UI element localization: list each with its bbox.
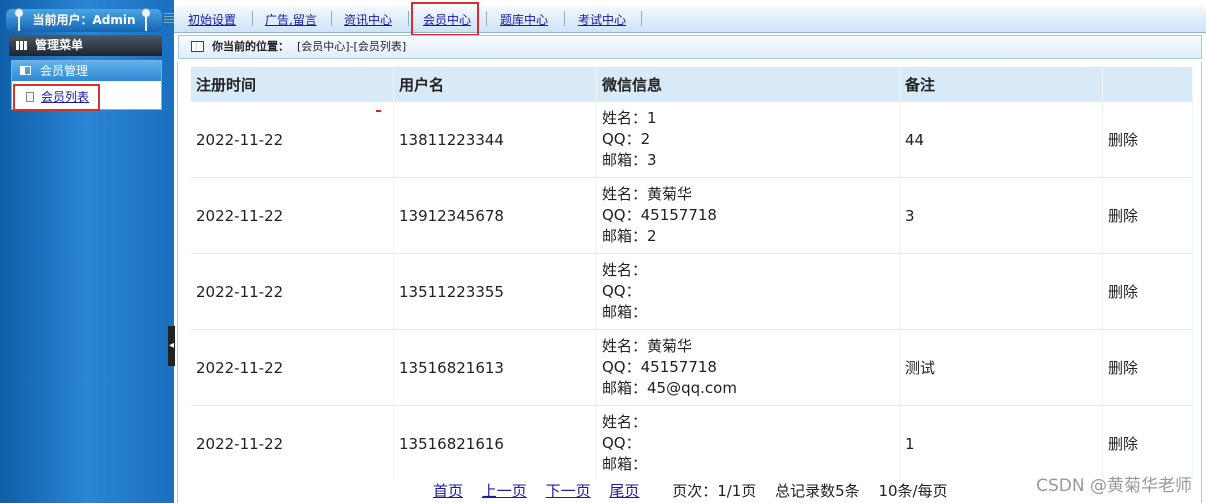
cell-wechat-info: 姓名：黄菊华 QQ：45157718 邮箱：2 (596, 177, 900, 254)
cell-username: 13511223355 (393, 253, 597, 330)
nav-initial-settings[interactable]: 初始设置 (188, 11, 236, 28)
cell-wechat-info: 姓名： QQ： 邮箱： (596, 405, 900, 481)
content-area: 注册时间 用户名 微信信息 备注 2022-11-22 13811223344 … (177, 62, 1202, 503)
column-header-username: 用户名 (393, 67, 597, 102)
nav-member-center[interactable]: 会员中心 (423, 11, 471, 28)
breadcrumb-path: [会员中心]-[会员列表] (297, 40, 407, 53)
pager-page-info: 页次：1/1页 (672, 482, 757, 500)
nav-news-center[interactable]: 资讯中心 (344, 11, 392, 28)
cell-note (899, 253, 1103, 330)
info-email: 邮箱：2 (602, 227, 657, 245)
panel-icon (20, 66, 31, 75)
nav-separator (331, 11, 332, 26)
column-header-note: 备注 (899, 67, 1103, 102)
delete-link[interactable]: 删除 (1102, 101, 1193, 178)
breadcrumb: 你当前的位置： [会员中心]-[会员列表] (178, 35, 1202, 59)
cell-date: 2022-11-22 (191, 177, 394, 254)
cell-wechat-info: 姓名： QQ： 邮箱： (596, 253, 900, 330)
nav-separator (564, 11, 565, 26)
info-email: 邮箱： (602, 455, 648, 473)
info-qq: QQ：2 (602, 130, 651, 148)
info-name: 姓名：1 (602, 109, 657, 127)
cell-date: 2022-11-22 (191, 405, 394, 481)
delete-link[interactable]: 删除 (1102, 329, 1193, 406)
table-row: 2022-11-22 13511223355 姓名： QQ： 邮箱： 删除 (191, 253, 1193, 330)
grid-icon (16, 41, 28, 50)
window-icon (191, 41, 204, 52)
cell-wechat-info: 姓名：1 QQ：2 邮箱：3 (596, 101, 900, 178)
info-email: 邮箱： (602, 303, 648, 321)
info-qq: QQ：45157718 (602, 206, 717, 224)
collapse-sidebar-handle[interactable]: ◂ (168, 326, 175, 366)
nav-lines-icon (164, 13, 174, 25)
nav-separator (408, 11, 409, 26)
left-sidebar: 当前用户：Admin 管理菜单 会员管理 会员列表 (0, 0, 174, 503)
document-icon (26, 92, 34, 102)
watermark: CSDN @黄菊华老师 (1036, 476, 1192, 496)
info-qq: QQ： (602, 282, 641, 300)
table-row: 2022-11-22 13516821616 姓名： QQ： 邮箱： 1 删除 (191, 405, 1193, 481)
cell-note: 44 (899, 101, 1103, 178)
pager-total: 总记录数5条 (775, 482, 860, 500)
cell-date: 2022-11-22 (191, 253, 394, 330)
cell-wechat-info: 姓名：黄菊华 QQ：45157718 邮箱：45@qq.com (596, 329, 900, 406)
delete-link[interactable]: 删除 (1102, 177, 1193, 254)
nav-question-bank[interactable]: 题库中心 (500, 11, 548, 28)
member-table: 注册时间 用户名 微信信息 备注 2022-11-22 13811223344 … (191, 67, 1193, 481)
group-header[interactable]: 会员管理 (12, 61, 161, 81)
cell-username: 13912345678 (393, 177, 597, 254)
sidebar-item-member-list[interactable]: 会员列表 (13, 84, 100, 111)
cell-username: 13811223344 (393, 101, 597, 178)
cell-date: 2022-11-22 (191, 101, 394, 178)
pager-last-link[interactable]: 尾页 (609, 482, 639, 500)
nav-separator (486, 11, 487, 26)
pager-prev-link[interactable]: 上一页 (482, 482, 527, 500)
cell-note: 测试 (899, 329, 1103, 406)
pager-next-link[interactable]: 下一页 (546, 482, 591, 500)
pagination: 首页 上一页 下一页 尾页 页次：1/1页 总记录数5条 10条/每页 (433, 480, 962, 501)
cell-note: 1 (899, 405, 1103, 481)
info-qq: QQ： (602, 434, 641, 452)
nav-separator (641, 11, 642, 26)
nav-ads-messages[interactable]: 广告,留言 (265, 11, 317, 28)
info-name: 姓名：黄菊华 (602, 337, 693, 355)
table-row: 2022-11-22 13912345678 姓名：黄菊华 QQ：4515771… (191, 177, 1193, 254)
nav-separator (252, 11, 253, 26)
top-nav: 初始设置 广告,留言 资讯中心 会员中心 题库中心 考试中心 (164, 2, 1206, 36)
member-management-panel: 会员管理 会员列表 (11, 60, 162, 111)
info-name: 姓名： (602, 261, 648, 279)
pin-icon (14, 8, 24, 31)
cell-username: 13516821613 (393, 329, 597, 406)
nav-exam-center[interactable]: 考试中心 (578, 11, 626, 28)
current-user-label: 当前用户：Admin (32, 13, 136, 27)
delete-link[interactable]: 删除 (1102, 253, 1193, 330)
table-row: 2022-11-22 13811223344 姓名：1 QQ：2 邮箱：3 44… (191, 101, 1193, 178)
cell-note: 3 (899, 177, 1103, 254)
current-user-bar: 当前用户：Admin (6, 9, 162, 32)
cell-username: 13516821616 (393, 405, 597, 481)
info-email: 邮箱：45@qq.com (602, 379, 737, 397)
red-dash-mark (376, 110, 381, 112)
column-header-register-time: 注册时间 (191, 67, 394, 102)
column-header-wechat-info: 微信信息 (596, 67, 900, 102)
cell-date: 2022-11-22 (191, 329, 394, 406)
table-header-row: 注册时间 用户名 微信信息 备注 (191, 67, 1193, 102)
info-name: 姓名： (602, 413, 648, 431)
delete-link[interactable]: 删除 (1102, 405, 1193, 481)
column-header-action (1102, 67, 1193, 102)
pin-icon (141, 8, 151, 31)
info-name: 姓名：黄菊华 (602, 185, 693, 203)
menu-header: 管理菜单 (9, 35, 162, 56)
pager-per-page: 10条/每页 (878, 482, 948, 500)
menu-title: 管理菜单 (35, 38, 84, 52)
member-list-link[interactable]: 会员列表 (41, 86, 89, 108)
info-email: 邮箱：3 (602, 151, 657, 169)
pager-first-link[interactable]: 首页 (433, 482, 463, 500)
breadcrumb-label: 你当前的位置： (212, 40, 289, 53)
table-row: 2022-11-22 13516821613 姓名：黄菊华 QQ：4515771… (191, 329, 1193, 406)
info-qq: QQ：45157718 (602, 358, 717, 376)
group-title: 会员管理 (40, 64, 89, 78)
